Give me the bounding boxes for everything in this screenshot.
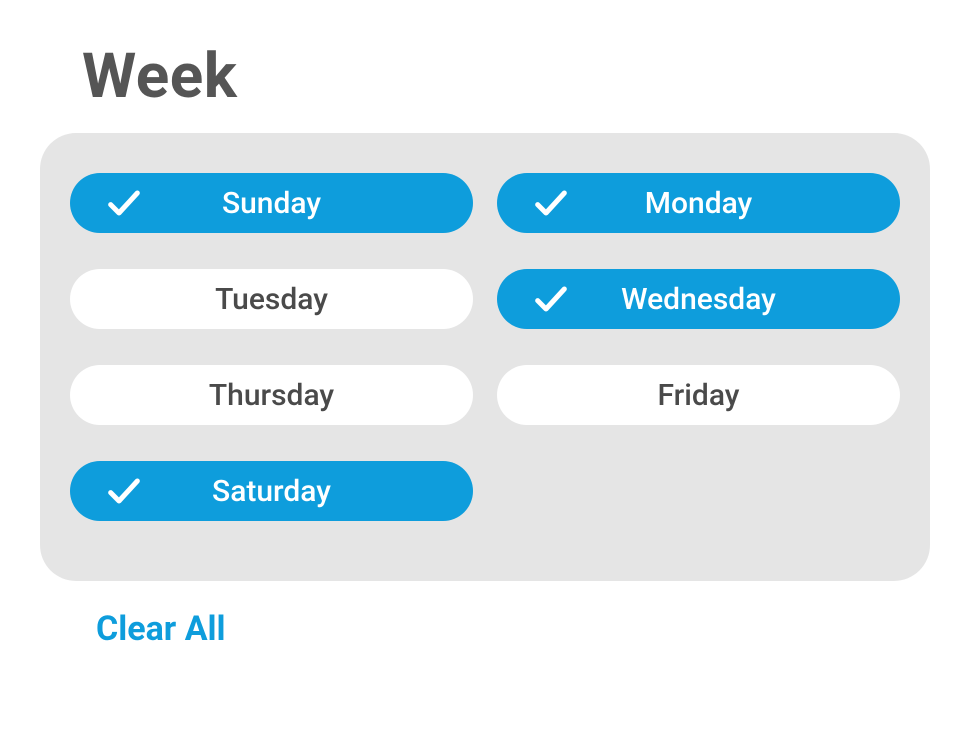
day-label: Monday [645, 186, 753, 221]
day-button-tuesday[interactable]: Tuesday [70, 269, 473, 329]
page-title: Week [82, 40, 930, 113]
day-button-sunday[interactable]: Sunday [70, 173, 473, 233]
day-button-thursday[interactable]: Thursday [70, 365, 473, 425]
week-panel: Sunday Monday Tuesday Wednesday Thursday [40, 133, 930, 581]
check-icon [104, 471, 144, 511]
day-label: Thursday [209, 378, 334, 413]
clear-all-button[interactable]: Clear All [96, 609, 226, 649]
day-label: Friday [658, 378, 740, 413]
day-button-saturday[interactable]: Saturday [70, 461, 473, 521]
check-icon [104, 183, 144, 223]
day-label: Saturday [212, 474, 331, 509]
day-label: Wednesday [621, 282, 776, 317]
day-button-monday[interactable]: Monday [497, 173, 900, 233]
check-icon [531, 279, 571, 319]
check-icon [531, 183, 571, 223]
day-grid: Sunday Monday Tuesday Wednesday Thursday [70, 173, 900, 521]
day-label: Sunday [222, 186, 321, 221]
day-label: Tuesday [215, 282, 328, 317]
day-button-wednesday[interactable]: Wednesday [497, 269, 900, 329]
day-button-friday[interactable]: Friday [497, 365, 900, 425]
